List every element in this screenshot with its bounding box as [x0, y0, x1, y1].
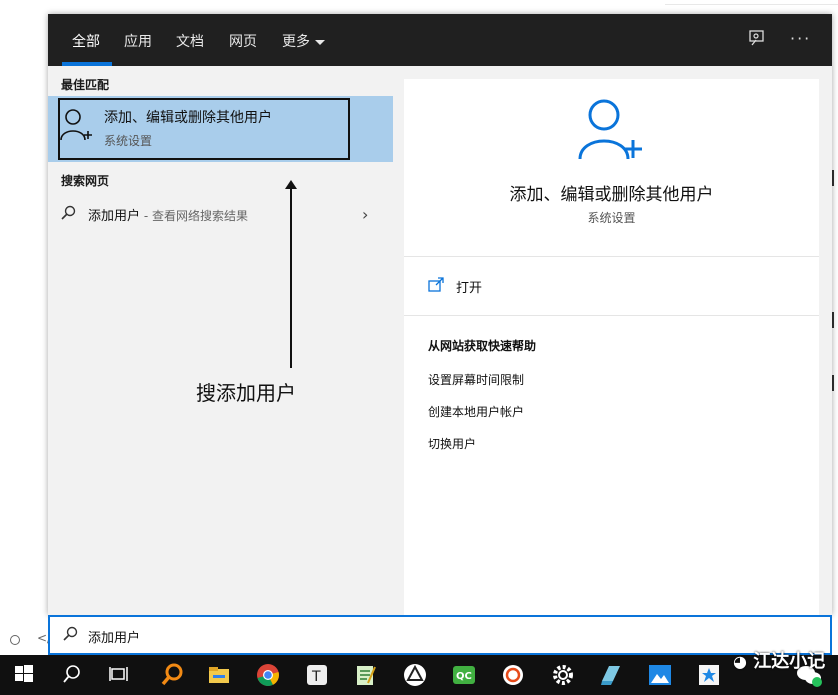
results-list: 最佳匹配 添加、编辑或删除其他用户 系统设置 搜索网页 添加用户 - 查看网络搜… [48, 66, 393, 615]
divider [404, 315, 819, 316]
help-heading: 从网站获取快速帮助 [428, 339, 537, 353]
help-link[interactable]: 切换用户 [428, 435, 476, 452]
open-action[interactable]: 打开 [428, 275, 628, 297]
settings-icon[interactable] [551, 663, 575, 687]
paint-app-icon[interactable] [599, 663, 623, 687]
tab-web[interactable]: 网页 [229, 31, 257, 51]
add-user-icon [60, 108, 94, 146]
web-search-text: 添加用户 - 查看网络搜索结果 [88, 205, 248, 224]
open-icon [428, 277, 444, 297]
best-match-item[interactable]: 添加、编辑或删除其他用户 系统设置 [48, 96, 393, 162]
detail-subtitle: 系统设置 [587, 211, 636, 225]
best-match-title: 添加、编辑或删除其他用户 [104, 110, 272, 126]
svg-text:T: T [311, 669, 321, 685]
detail-pane: 添加、编辑或删除其他用户 系统设置 打开 从网站获取快速帮助 设置屏幕时间限制 … [404, 79, 819, 615]
divider [404, 256, 819, 257]
search-icon [60, 205, 76, 225]
detail-title: 添加、编辑或删除其他用户 [509, 185, 714, 205]
watermark-text: 江达小记 [753, 651, 826, 672]
help-link[interactable]: 创建本地用户帐户 [428, 403, 524, 420]
file-explorer-icon[interactable] [207, 663, 231, 687]
feedback-icon[interactable] [748, 29, 766, 51]
tab-more-label: 更多 [282, 34, 310, 50]
best-match-heading: 最佳匹配 [61, 78, 110, 92]
web-search-query: 添加用户 [88, 209, 141, 224]
qc-app-icon[interactable]: QC [452, 663, 476, 687]
background-fragment [832, 312, 838, 328]
background-divider [665, 4, 838, 5]
star-app-icon[interactable] [697, 663, 721, 687]
watermark: ◕ 江达小记 [733, 647, 825, 673]
web-search-hint: - 查看网络搜索结果 [140, 209, 248, 223]
background-circle-icon [10, 635, 20, 645]
chrome-icon[interactable] [256, 663, 280, 687]
search-input[interactable]: 添加用户 [88, 627, 140, 646]
search-icon[interactable] [61, 663, 85, 687]
annotation-text: 搜添加用户 [196, 381, 296, 405]
open-label: 打开 [456, 281, 483, 296]
best-match-subtitle: 系统设置 [104, 134, 153, 148]
search-box[interactable]: 添加用户 [48, 615, 832, 655]
search-panel: 全部 应用 文档 网页 更多 ··· 最佳匹配 添加、编辑或删除其他用户 系统设… [48, 14, 832, 615]
recycle-app-icon[interactable] [403, 663, 427, 687]
typora-icon[interactable]: T [305, 663, 329, 687]
photos-app-icon[interactable] [648, 663, 672, 687]
tab-apps[interactable]: 应用 [124, 31, 152, 51]
tab-all[interactable]: 全部 [72, 31, 100, 51]
chevron-down-icon [315, 39, 325, 45]
more-options-icon[interactable]: ··· [790, 29, 811, 48]
web-search-item[interactable]: 添加用户 - 查看网络搜索结果 › [48, 199, 393, 229]
notepad-icon[interactable] [354, 663, 378, 687]
task-view-icon[interactable] [108, 663, 132, 687]
tab-more[interactable]: 更多 [282, 31, 325, 51]
background-page [0, 0, 48, 655]
windows-start-icon[interactable] [13, 663, 37, 687]
background-fragment [832, 170, 838, 186]
help-link[interactable]: 设置屏幕时间限制 [428, 371, 524, 388]
background-fragment [832, 375, 838, 391]
search-tool-icon[interactable] [160, 663, 184, 687]
taskbar: T QC [0, 655, 838, 695]
record-app-icon[interactable] [501, 663, 525, 687]
annotation-arrow [290, 186, 292, 368]
web-search-heading: 搜索网页 [61, 174, 110, 188]
wechat-logo-icon: ◕ [733, 652, 747, 671]
chevron-right-icon[interactable]: › [362, 205, 368, 224]
svg-text:QC: QC [456, 671, 472, 682]
search-tabs-bar: 全部 应用 文档 网页 更多 ··· [48, 14, 832, 66]
tab-documents[interactable]: 文档 [176, 31, 204, 51]
search-icon [62, 626, 78, 646]
add-user-large-icon [578, 97, 644, 167]
